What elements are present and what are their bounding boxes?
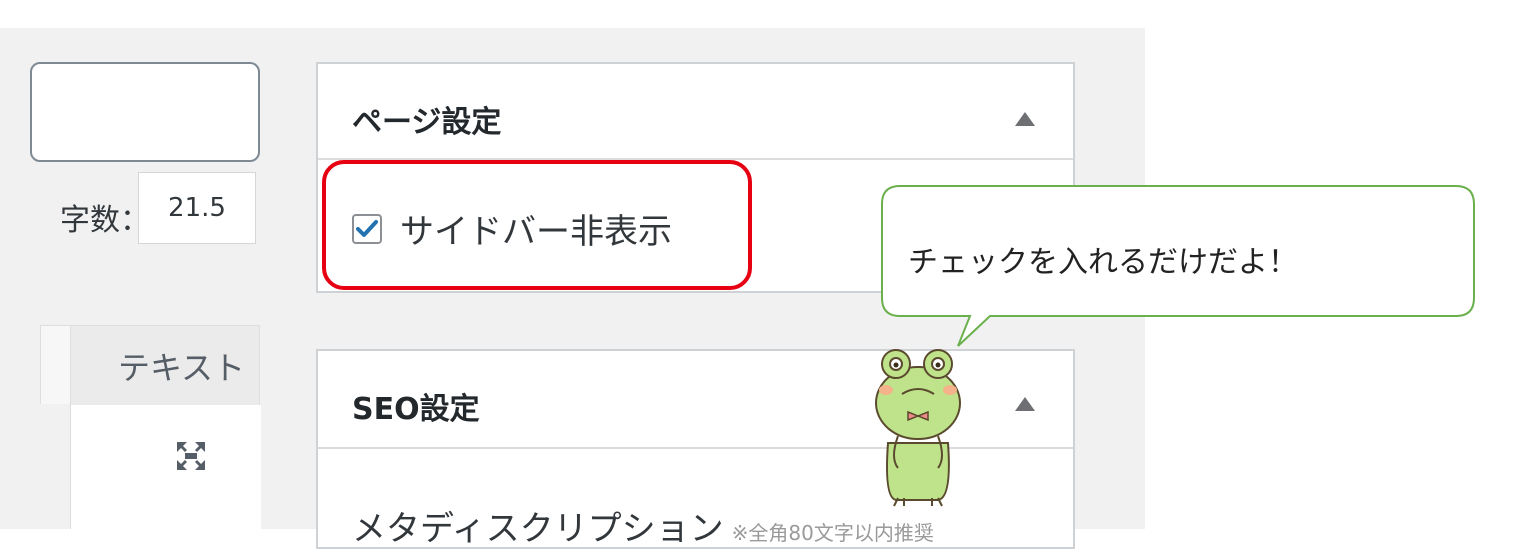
highlight-frame: [322, 160, 752, 290]
frog-character-icon: [875, 349, 961, 507]
callout-text: チェックを入れるだけだよ！: [908, 245, 1298, 280]
editor-tabs: テキスト: [40, 325, 260, 405]
meta-description-label: メタディスクリプション: [352, 509, 724, 549]
post-title-input[interactable]: [30, 62, 260, 162]
word-count-label: 字数：: [60, 203, 150, 238]
word-count-field[interactable]: 21.5: [138, 172, 256, 244]
meta-description-note: ※全角80文字以内推奨: [731, 521, 934, 545]
tab-text[interactable]: テキスト: [70, 325, 260, 405]
collapse-arrow-icon[interactable]: [1015, 397, 1035, 411]
page-settings-title: ページ設定: [352, 105, 502, 140]
collapse-arrow-icon[interactable]: [1015, 112, 1035, 126]
tab-visual[interactable]: [40, 325, 72, 404]
meta-description-row: メタディスクリプション ※全角80文字以内推奨: [352, 501, 934, 550]
editor-area[interactable]: [70, 405, 261, 529]
seo-settings-title: SEO設定: [352, 392, 480, 427]
fullscreen-icon[interactable]: [175, 440, 207, 472]
